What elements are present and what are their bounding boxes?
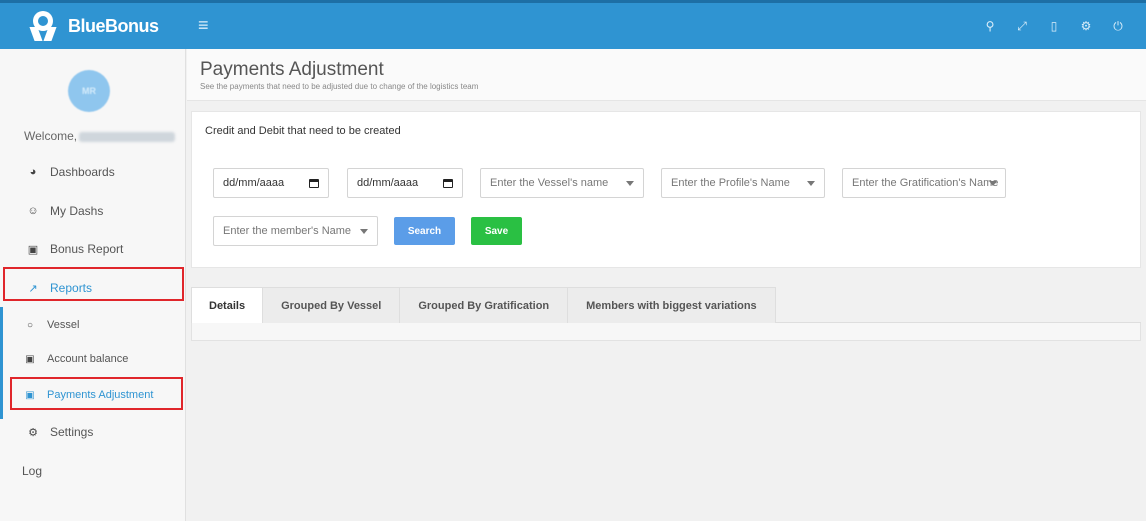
money-icon: ▣ bbox=[27, 243, 39, 256]
highlight-box-reports bbox=[3, 267, 184, 301]
top-navbar: BlueBonus ≡ ⚲ ⤢ ▯ ⚙ ⏻ bbox=[0, 0, 1146, 49]
vessel-select[interactable]: Enter the Vessel's name bbox=[480, 168, 644, 198]
calendar-icon[interactable] bbox=[309, 178, 319, 188]
sidebar-item-log[interactable]: Log bbox=[0, 456, 186, 486]
sidebar-item-label: My Dashs bbox=[50, 204, 104, 218]
page-header: Payments Adjustment See the payments tha… bbox=[187, 49, 1146, 101]
date-from-value: dd/mm/aaaa bbox=[223, 177, 285, 189]
sidebar-item-dashboards[interactable]: ◕ Dashboards bbox=[0, 157, 186, 187]
tab-details[interactable]: Details bbox=[191, 287, 264, 323]
active-section-indicator bbox=[0, 307, 3, 419]
tab-members-with-biggest-variations[interactable]: Members with biggest variations bbox=[567, 287, 776, 323]
gratification-select[interactable]: Enter the Gratification's Name bbox=[842, 168, 1006, 198]
welcome-text: Welcome, bbox=[24, 129, 176, 143]
topbar-actions: ⚲ ⤢ ▯ ⚙ ⏻ bbox=[974, 16, 1134, 36]
sidebar: MR Welcome, ◕ Dashboards ☺ My Dashs ▣ Bo… bbox=[0, 49, 186, 521]
result-tabs: Details Grouped By Vessel Grouped By Gra… bbox=[191, 287, 1141, 323]
date-to-input[interactable]: dd/mm/aaaa bbox=[347, 168, 463, 198]
calendar-icon[interactable] bbox=[443, 178, 453, 188]
save-button[interactable]: Save bbox=[471, 217, 522, 245]
filter-card: Credit and Debit that need to be created… bbox=[191, 111, 1141, 268]
sidebar-subitem-account-balance[interactable]: ▣ Account balance bbox=[0, 345, 186, 373]
sidebar-item-label: Log bbox=[22, 464, 43, 478]
sidebar-item-bonus-report[interactable]: ▣ Bonus Report bbox=[0, 234, 186, 264]
profile-placeholder: Enter the Profile's Name bbox=[671, 177, 790, 189]
gears-icon: ⚙ bbox=[28, 426, 38, 439]
circle-icon: ○ bbox=[26, 319, 34, 331]
mobile-icon[interactable]: ▯ bbox=[1038, 16, 1070, 36]
user-icon: ☺ bbox=[27, 205, 39, 217]
tab-content-panel bbox=[191, 323, 1141, 341]
money-icon: ▣ bbox=[25, 353, 35, 365]
power-icon[interactable]: ⏻ bbox=[1102, 16, 1134, 36]
chevron-down-icon bbox=[626, 180, 634, 186]
card-title: Credit and Debit that need to be created bbox=[205, 125, 401, 137]
sidebar-item-label: Account balance bbox=[47, 353, 129, 365]
member-placeholder: Enter the member's Name bbox=[223, 225, 352, 237]
page-subtitle: See the payments that need to be adjuste… bbox=[200, 82, 479, 91]
page-title: Payments Adjustment bbox=[200, 59, 384, 80]
gears-icon[interactable]: ⚙ bbox=[1070, 16, 1102, 36]
sidebar-item-label: Bonus Report bbox=[50, 242, 124, 256]
chevron-down-icon bbox=[360, 228, 368, 234]
blurred-user-name bbox=[79, 131, 176, 142]
dashboard-icon: ◕ bbox=[29, 166, 37, 178]
highlight-box-payments-adjustment bbox=[10, 377, 183, 410]
brand-name: BlueBonus bbox=[68, 15, 159, 36]
tab-grouped-by-vessel[interactable]: Grouped By Vessel bbox=[262, 287, 401, 323]
sidebar-subitem-vessel[interactable]: ○ Vessel bbox=[0, 311, 186, 339]
tab-grouped-by-gratification[interactable]: Grouped By Gratification bbox=[399, 287, 569, 323]
search-icon[interactable]: ⚲ bbox=[974, 16, 1006, 36]
sidebar-item-my-dashs[interactable]: ☺ My Dashs bbox=[0, 196, 186, 226]
profile-select[interactable]: Enter the Profile's Name bbox=[661, 168, 825, 198]
date-from-input[interactable]: dd/mm/aaaa bbox=[213, 168, 329, 198]
vessel-placeholder: Enter the Vessel's name bbox=[490, 177, 609, 189]
search-button[interactable]: Search bbox=[394, 217, 455, 245]
welcome-label: Welcome, bbox=[24, 129, 78, 143]
brand[interactable]: BlueBonus bbox=[0, 3, 186, 49]
avatar[interactable]: MR bbox=[68, 70, 110, 112]
menu-toggle-icon[interactable]: ≡ bbox=[198, 15, 209, 35]
sidebar-item-label: Settings bbox=[50, 425, 94, 439]
gratification-placeholder: Enter the Gratification's Name bbox=[852, 177, 999, 189]
expand-icon[interactable]: ⤢ bbox=[1006, 16, 1038, 36]
sidebar-item-label: Dashboards bbox=[50, 165, 115, 179]
award-logo-icon bbox=[29, 11, 57, 41]
chevron-down-icon bbox=[989, 180, 997, 186]
sidebar-item-label: Vessel bbox=[47, 319, 80, 331]
member-select[interactable]: Enter the member's Name bbox=[213, 216, 378, 246]
chevron-down-icon bbox=[807, 180, 815, 186]
sidebar-item-settings[interactable]: ⚙ Settings bbox=[0, 417, 186, 447]
date-to-value: dd/mm/aaaa bbox=[357, 177, 419, 189]
